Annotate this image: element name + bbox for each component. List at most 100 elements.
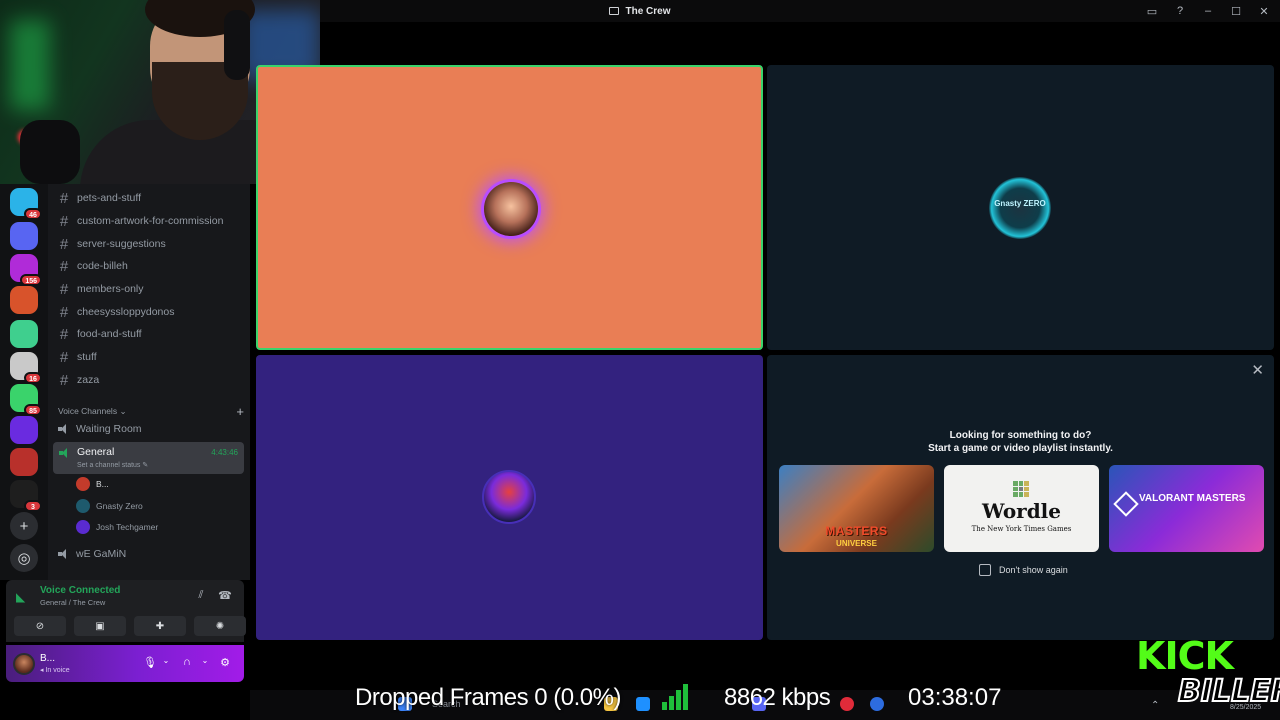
wordle-grid-icon xyxy=(1013,481,1029,497)
hash-icon: # xyxy=(59,257,69,275)
server-icon[interactable] xyxy=(10,222,38,250)
text-channel[interactable]: # server-suggestions xyxy=(58,234,244,254)
participant-tile-host[interactable] xyxy=(256,65,763,350)
participant-tile-gnasty-zero[interactable]: Gnasty ZERO xyxy=(767,65,1274,350)
server-rail: 46 156 16 85 3 + ◎ xyxy=(0,184,48,580)
activity-suggestions-tile: ✕ Looking for something to do? Start a g… xyxy=(767,355,1274,640)
hash-icon: # xyxy=(59,212,69,230)
kick-logo: KICK BILLEH xyxy=(1136,634,1280,710)
voice-channel-gaming[interactable]: wE GaMiN xyxy=(54,544,244,564)
signal-icon[interactable]: ◣ xyxy=(16,590,30,604)
hash-icon: # xyxy=(59,348,69,366)
server-icon[interactable]: 16 xyxy=(10,352,42,384)
server-icon[interactable]: 3 xyxy=(10,480,42,512)
microphone-icon[interactable]: 🎙 xyxy=(143,656,157,670)
activity-prompt-title: Looking for something to do? xyxy=(949,430,1092,441)
close-icon[interactable]: ✕ xyxy=(1251,361,1264,379)
app-icon[interactable] xyxy=(840,697,854,711)
noise-suppression-icon[interactable]: ⫽ xyxy=(194,589,208,603)
voice-channel-waiting-room[interactable]: Waiting Room xyxy=(54,419,244,439)
hash-icon: # xyxy=(59,280,69,298)
call-timer: 4:43:46 xyxy=(211,448,238,457)
dont-show-again-checkbox[interactable] xyxy=(979,564,991,576)
server-icon[interactable]: 46 xyxy=(10,188,42,220)
voice-member[interactable]: Josh Techgamer xyxy=(76,517,244,537)
inbox-icon[interactable]: ▭ xyxy=(1144,3,1160,19)
dont-show-again[interactable]: Don't show again xyxy=(979,564,1068,576)
hash-icon: # xyxy=(59,371,69,389)
maximize-button[interactable]: ☐ xyxy=(1228,3,1244,19)
window-title: The Crew xyxy=(609,5,671,17)
activity-prompt-subtitle: Start a game or video playlist instantly… xyxy=(928,443,1113,454)
server-icon[interactable] xyxy=(10,320,38,348)
speaker-icon xyxy=(58,424,69,434)
text-channel[interactable]: # members-only xyxy=(58,279,244,299)
headphones-icon[interactable]: ∩ xyxy=(180,656,194,670)
server-icon[interactable] xyxy=(10,448,38,476)
valorant-logo-icon xyxy=(1113,491,1139,517)
voice-member[interactable]: Gnasty Zero xyxy=(76,496,244,516)
app-icon[interactable] xyxy=(870,697,884,711)
hash-icon: # xyxy=(59,189,69,207)
mention-badge: 46 xyxy=(24,208,42,220)
mic-options-chevron-icon[interactable]: ⌄ xyxy=(159,656,173,670)
activity-card-wordle[interactable]: Wordle The New York Times Games xyxy=(944,465,1099,552)
text-channel[interactable]: # zaza xyxy=(58,370,244,390)
text-channel[interactable]: # custom-artwork-for-commission xyxy=(58,211,244,231)
voice-channel-general[interactable]: General Set a channel status ✎ 4:43:46 xyxy=(53,442,244,474)
speaker-icon xyxy=(59,448,70,458)
activity-card-valorant-masters[interactable]: VALORANT MASTERS xyxy=(1109,465,1264,552)
camera-off-icon[interactable]: ⊘ xyxy=(14,616,66,636)
text-channel[interactable]: # stuff xyxy=(58,347,244,367)
participant-avatar xyxy=(484,182,538,236)
add-channel-icon[interactable]: + xyxy=(236,404,244,419)
participant-tile-josh[interactable] xyxy=(256,355,763,640)
bitrate-bars xyxy=(662,684,688,710)
text-channel[interactable]: # cheesyssloppydonos xyxy=(58,302,244,322)
mention-badge: 16 xyxy=(24,372,42,384)
server-icon[interactable]: 156 xyxy=(10,254,42,286)
participant-avatar xyxy=(482,470,536,524)
voice-connected-panel: ◣ Voice Connected General / The Crew ⫽ ☎… xyxy=(6,580,246,642)
window-title-text: The Crew xyxy=(625,5,671,17)
avatar xyxy=(76,499,90,513)
title-bar-controls: ▭ ? – ☐ ✕ xyxy=(1144,3,1272,19)
avatar xyxy=(76,477,90,491)
server-icon[interactable]: 85 xyxy=(10,384,42,416)
user-avatar[interactable] xyxy=(13,653,35,675)
channel-status[interactable]: Set a channel status ✎ xyxy=(77,461,148,469)
discover-icon[interactable]: ◎ xyxy=(10,544,38,572)
server-icon[interactable] xyxy=(10,286,38,314)
hash-icon: # xyxy=(59,235,69,253)
activity-cards: MASTERS UNIVERSE Wordle The New York Tim… xyxy=(779,465,1264,552)
mention-badge: 85 xyxy=(24,404,42,416)
activity-card-masters-of-the-universe[interactable]: MASTERS UNIVERSE xyxy=(779,465,934,552)
voice-actions: ⊘ ▣ ✚ ✺ xyxy=(14,616,246,636)
disconnect-icon[interactable]: ☎ xyxy=(218,589,232,603)
hash-icon: # xyxy=(59,325,69,343)
screen-share-icon[interactable]: ▣ xyxy=(74,616,126,636)
text-channel[interactable]: # code-billeh xyxy=(58,256,244,276)
participant-avatar: Gnasty ZERO xyxy=(989,177,1051,239)
add-server-icon[interactable]: + xyxy=(10,512,38,540)
hash-icon: # xyxy=(59,303,69,321)
close-window-button[interactable]: ✕ xyxy=(1256,3,1272,19)
minimize-button[interactable]: – xyxy=(1200,3,1216,19)
server-icon[interactable] xyxy=(10,416,38,444)
text-channel[interactable]: # pets-and-stuff xyxy=(58,188,244,208)
text-channel[interactable]: # food-and-stuff xyxy=(58,324,244,344)
voice-category[interactable]: Voice Channels ⌄ + xyxy=(58,404,244,419)
help-icon[interactable]: ? xyxy=(1172,3,1188,19)
stream-uptime: 03:38:07 xyxy=(908,684,1002,711)
edge-icon[interactable] xyxy=(636,697,650,711)
settings-gear-icon[interactable]: ⚙ xyxy=(218,656,232,670)
soundboard-icon[interactable]: ✺ xyxy=(194,616,246,636)
speaker-small-icon: ◂ xyxy=(40,667,44,674)
activities-icon[interactable]: ✚ xyxy=(134,616,186,636)
screen: The Crew ▭ ? – ☐ ✕ 46 156 16 85 3 + ◎ # p… xyxy=(0,0,1280,720)
mention-badge: 3 xyxy=(24,500,42,512)
voice-member[interactable]: B... xyxy=(76,474,244,494)
user-panel: B... ◂ In voice 🎙 ⌄ ∩ ⌄ ⚙ xyxy=(6,645,244,682)
voice-channel-icon xyxy=(609,7,620,15)
audio-options-chevron-icon[interactable]: ⌄ xyxy=(198,656,212,670)
